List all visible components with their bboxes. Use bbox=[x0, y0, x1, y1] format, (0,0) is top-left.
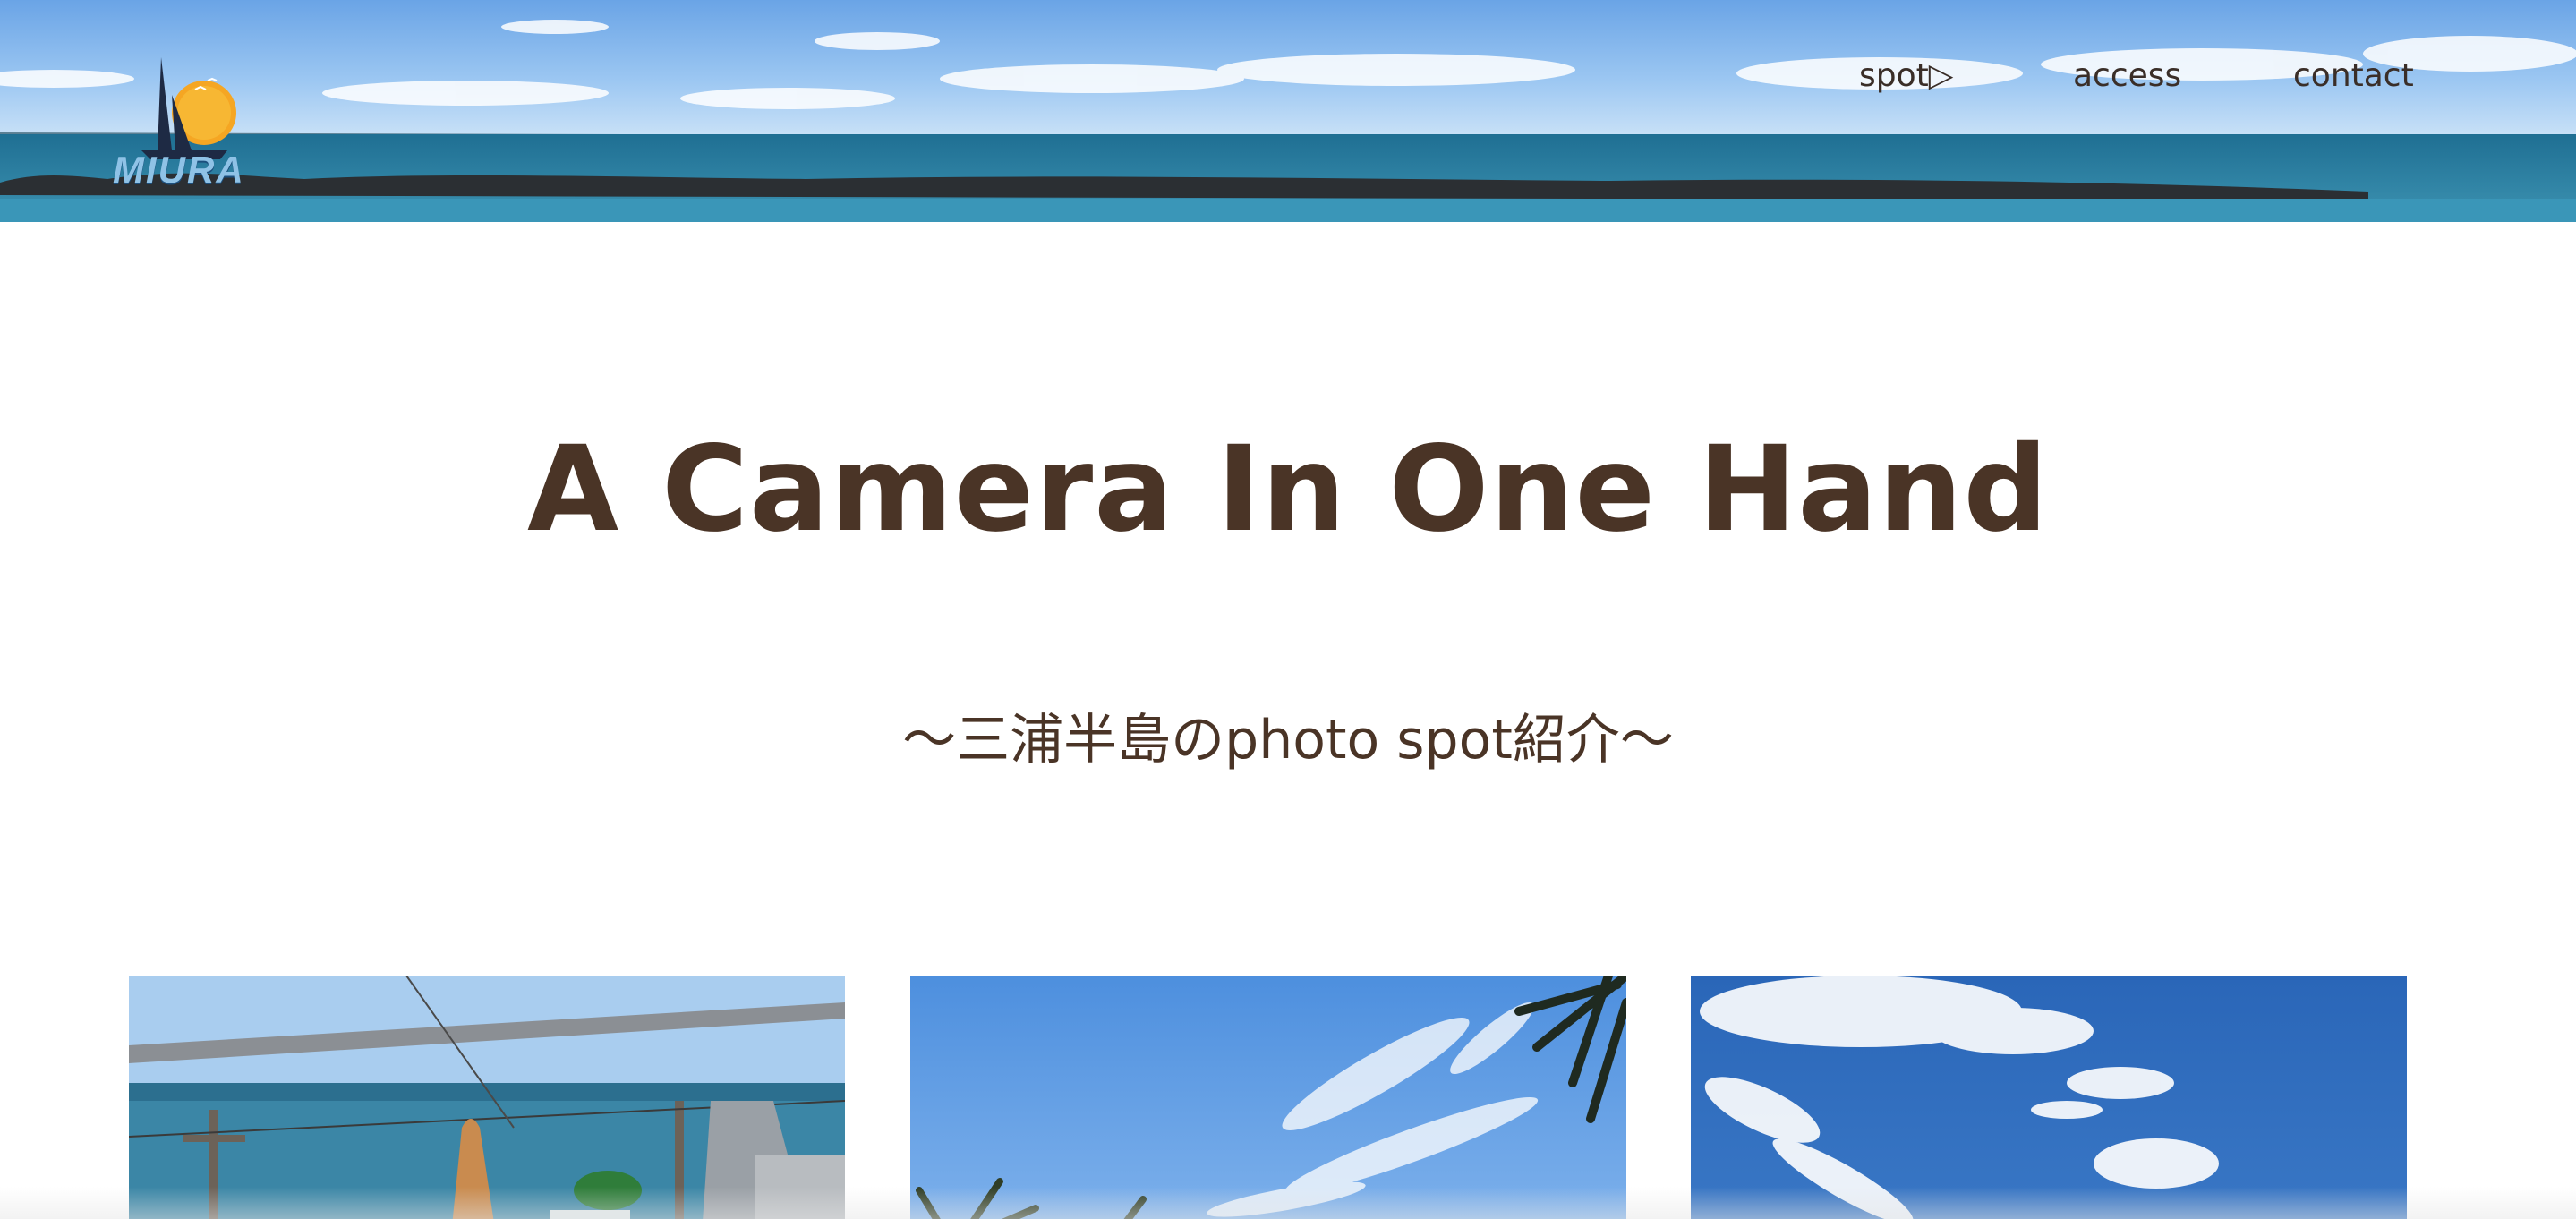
sea-banner-image bbox=[0, 0, 2576, 222]
seaside-terrace-photo bbox=[129, 976, 845, 1219]
photo-card-1[interactable] bbox=[129, 976, 845, 1219]
hero-subtitle: 〜三浦半島のphoto spot紹介〜 bbox=[902, 709, 1674, 771]
hero-title: A Camera In One Hand bbox=[527, 421, 2049, 558]
nav-access-link[interactable]: access bbox=[2073, 57, 2181, 94]
nav-contact-link[interactable]: contact bbox=[2293, 57, 2414, 94]
nav-spot-link[interactable]: spot▷ bbox=[1859, 57, 1953, 94]
palm-sky-photo bbox=[910, 976, 1626, 1219]
blue-sky-clouds-photo bbox=[1691, 976, 2407, 1219]
photo-card-3[interactable] bbox=[1691, 976, 2407, 1219]
bottom-fade bbox=[0, 1187, 2576, 1219]
photo-card-2[interactable] bbox=[910, 976, 1626, 1219]
header-banner: MIURA spot▷ access contact bbox=[0, 0, 2576, 222]
logo-text: MIURA bbox=[113, 149, 245, 191]
